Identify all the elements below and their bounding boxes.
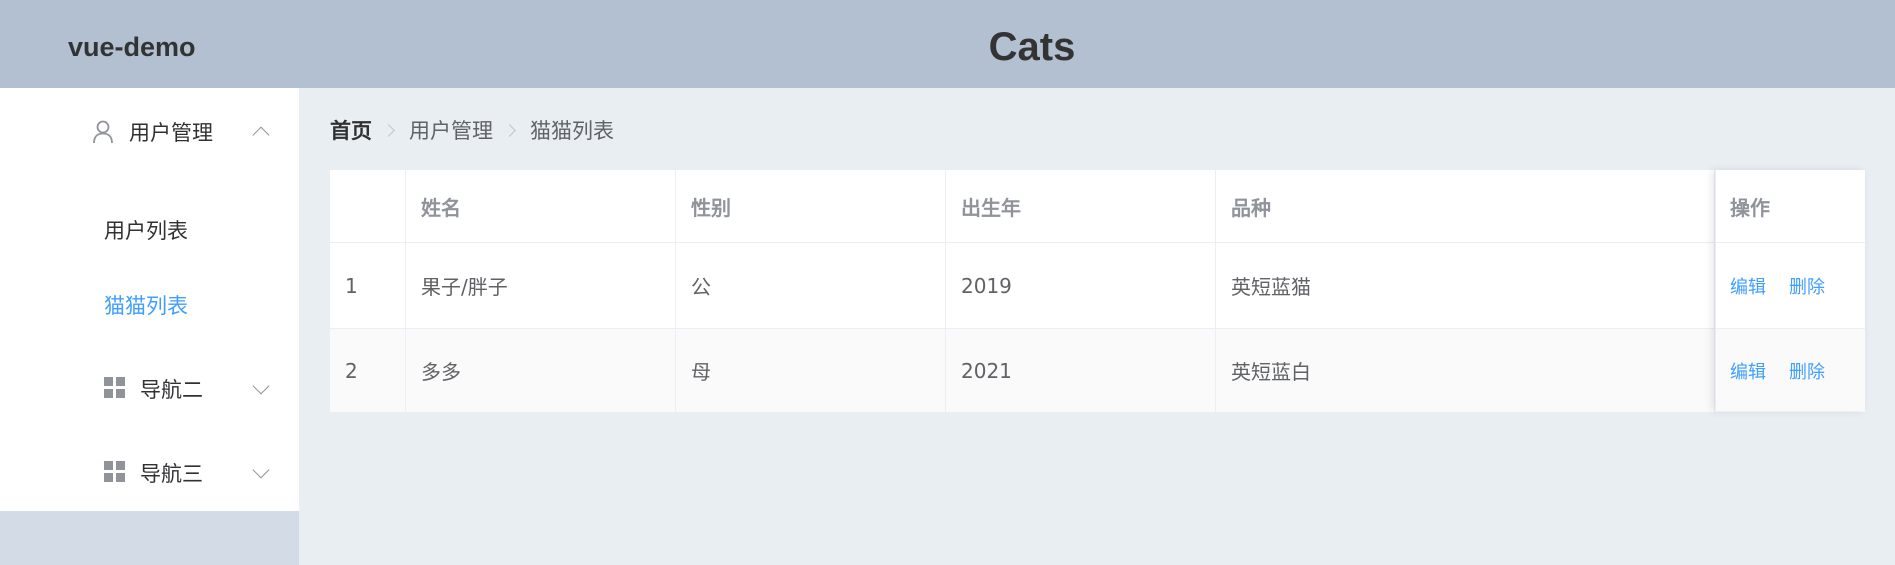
- sidebar-menu: 用户管理 用户列表 猫猫列表 导航二 导航三: [0, 88, 299, 511]
- breadcrumb-user-management: 用户管理: [409, 119, 493, 143]
- cell-index: 2: [330, 329, 406, 412]
- cell-name: 多多: [406, 329, 676, 412]
- cell-breed: 英短蓝猫: [1216, 243, 1715, 328]
- table-header-row: 姓名 性别 出生年 品种 操作: [330, 170, 1865, 243]
- column-header-birth-year: 出生年: [946, 170, 1216, 242]
- breadcrumb-cat-list: 猫猫列表: [530, 119, 614, 143]
- main-content: 首页 用户管理 猫猫列表 姓名 性别 出生年 品种 操作 1 果子/胖子 公 201…: [299, 88, 1895, 565]
- submenu-label: 导航三: [140, 462, 203, 486]
- sidebar: 用户管理 用户列表 猫猫列表 导航二 导航三: [0, 88, 299, 565]
- table-row: 2 多多 母 2021 英短蓝白 编辑 删除: [330, 329, 1865, 413]
- page-title: Cats: [988, 25, 1076, 69]
- column-header-actions: 操作: [1730, 195, 1770, 220]
- cell-actions: 编辑 删除: [1715, 243, 1865, 328]
- cell-gender: 母: [676, 329, 946, 412]
- chevron-down-icon: [252, 461, 270, 479]
- column-header-breed: 品种: [1216, 170, 1715, 242]
- edit-button[interactable]: 编辑: [1730, 358, 1766, 384]
- cell-gender: 公: [676, 243, 946, 328]
- chevron-up-icon: [252, 126, 270, 144]
- submenu-user-management[interactable]: 用户管理: [0, 88, 299, 172]
- cell-name: 果子/胖子: [406, 243, 676, 328]
- grid-icon: [104, 461, 126, 483]
- cell-index: 1: [330, 243, 406, 328]
- submenu-nav-two[interactable]: 导航二: [0, 346, 299, 430]
- table-row: 1 果子/胖子 公 2019 英短蓝猫 编辑 删除: [330, 243, 1865, 329]
- breadcrumb-home[interactable]: 首页: [330, 119, 372, 143]
- column-header-name: 姓名: [406, 170, 676, 242]
- cell-birth-year: 2019: [946, 243, 1216, 328]
- submenu-nav-three[interactable]: 导航三: [0, 430, 299, 514]
- column-header-gender: 性别: [676, 170, 946, 242]
- column-header-index: [330, 170, 406, 242]
- user-icon: [92, 120, 114, 144]
- breadcrumb: 首页 用户管理 猫猫列表: [330, 116, 614, 146]
- chevron-right-icon: [382, 124, 395, 137]
- chevron-right-icon: [503, 124, 516, 137]
- chevron-down-icon: [252, 377, 270, 395]
- top-header: vue-demo Cats: [0, 0, 1895, 88]
- cell-actions: 编辑 删除: [1715, 329, 1865, 412]
- sidebar-item-cat-list[interactable]: 猫猫列表: [0, 271, 299, 341]
- cell-birth-year: 2021: [946, 329, 1216, 412]
- cats-table: 姓名 性别 出生年 品种 操作 1 果子/胖子 公 2019 英短蓝猫 编辑 删…: [330, 170, 1865, 413]
- cell-breed: 英短蓝白: [1216, 329, 1715, 412]
- submenu-label: 用户管理: [129, 121, 213, 145]
- sidebar-item-user-list[interactable]: 用户列表: [0, 196, 299, 266]
- delete-button[interactable]: 删除: [1789, 273, 1825, 299]
- submenu-label: 导航二: [140, 378, 203, 402]
- edit-button[interactable]: 编辑: [1730, 273, 1766, 299]
- grid-icon: [104, 377, 126, 399]
- delete-button[interactable]: 删除: [1789, 358, 1825, 384]
